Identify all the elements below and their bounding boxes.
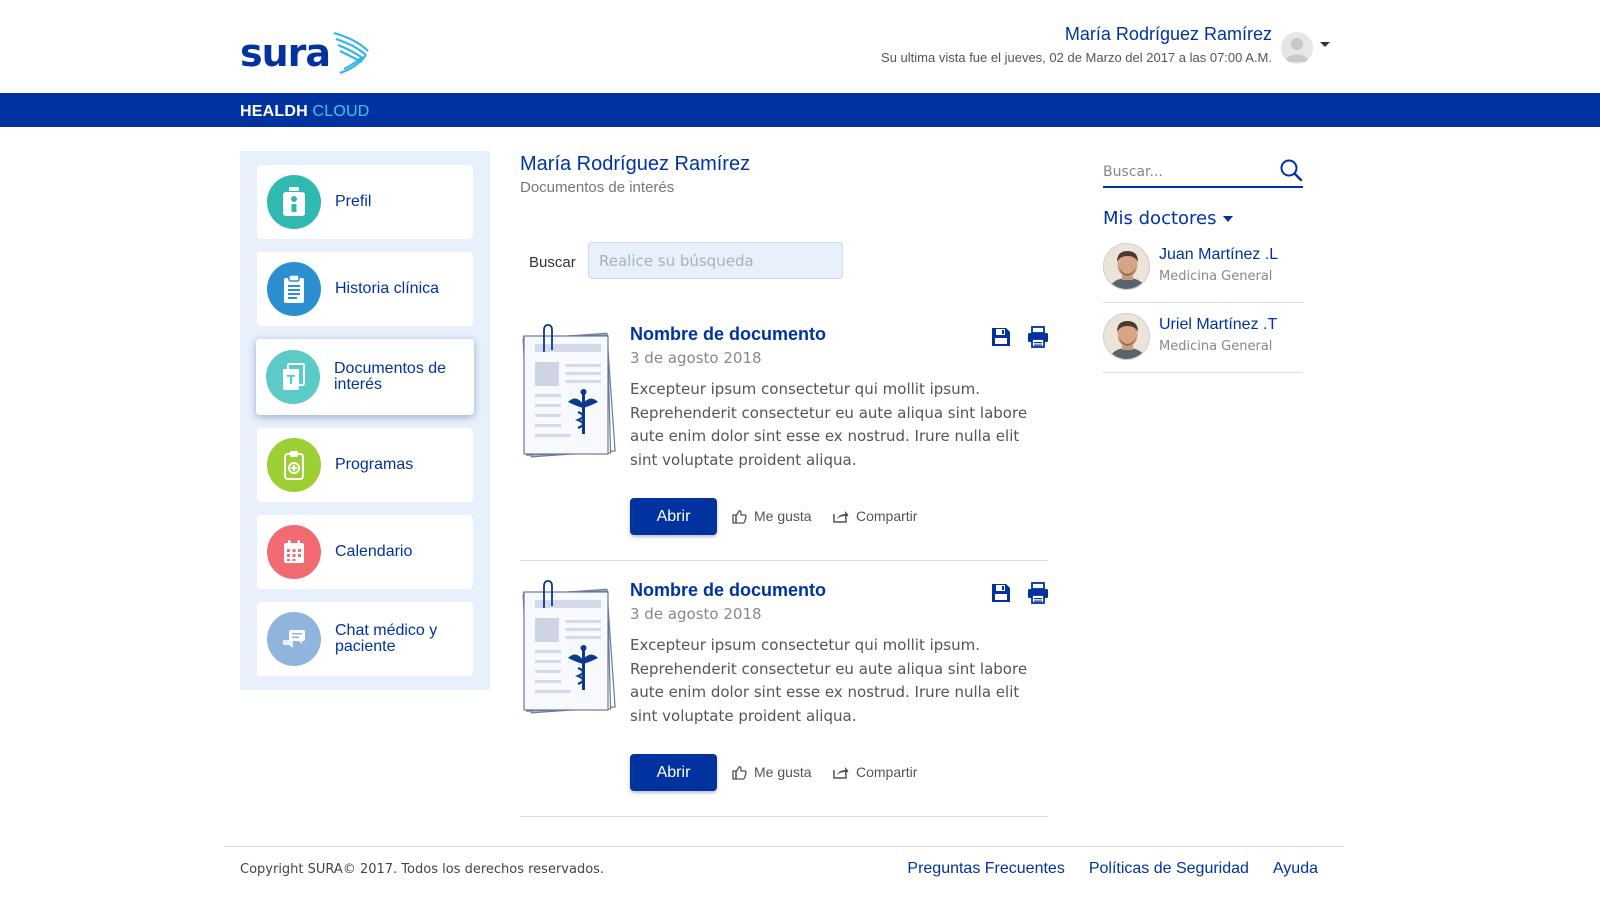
sidebar-item-label: Calendario <box>335 543 413 560</box>
sidebar-item-label: Prefil <box>335 193 372 210</box>
top-header: sura María Rodríguez Ramírez Su ultima v… <box>0 0 1600 93</box>
brand-primary: HEALDH <box>240 103 308 120</box>
document-description: Excepteur ipsum consectetur qui mollit i… <box>630 636 1028 725</box>
logo-wing-icon <box>333 31 369 75</box>
like-button[interactable]: Me gusta <box>732 508 812 524</box>
sidebar-item-label: Documentos de interés <box>334 360 447 393</box>
brand-accent: CLOUD <box>312 103 370 120</box>
sidebar: Prefil Historia clínica T Documentos de … <box>240 151 490 690</box>
calendar-icon <box>267 525 321 579</box>
like-label: Me gusta <box>754 764 812 780</box>
search-label: Buscar <box>529 254 576 271</box>
document-search-input[interactable] <box>588 242 843 279</box>
user-name[interactable]: María Rodríguez Ramírez <box>881 24 1272 45</box>
share-icon <box>833 511 849 523</box>
person-badge-icon <box>267 175 321 229</box>
document-date: 3 de agosto 2018 <box>630 349 762 367</box>
medical-document-icon <box>522 580 616 714</box>
my-doctors-dropdown[interactable]: Mis doctores <box>1103 208 1233 229</box>
print-icon[interactable] <box>1027 582 1049 604</box>
sidebar-item-label: Historia clínica <box>335 280 440 297</box>
doctor-name: Juan Martínez .L <box>1159 246 1279 263</box>
copyright-text: Copyright SURA© 2017. Todos los derechos… <box>240 862 605 877</box>
chevron-down-icon <box>1222 215 1233 222</box>
share-label: Compartir <box>856 508 918 524</box>
share-label: Compartir <box>856 764 918 780</box>
sidebar-item-chat[interactable]: Chat médico y paciente <box>257 602 473 676</box>
sidebar-item-programas[interactable]: Programas <box>257 428 473 502</box>
doctor-item[interactable]: Juan Martínez .L Medicina General <box>1103 233 1303 303</box>
logo-text: sura <box>240 31 331 75</box>
sura-logo[interactable]: sura <box>240 30 370 76</box>
footer-link-security-policy[interactable]: Políticas de Seguridad <box>1089 860 1249 878</box>
sidebar-item-historia-clinica[interactable]: Historia clínica <box>257 252 473 326</box>
clipboard-icon <box>267 262 321 316</box>
thumbs-up-icon <box>732 509 747 524</box>
footer-link-help[interactable]: Ayuda <box>1273 860 1318 878</box>
share-button[interactable]: Compartir <box>833 764 917 780</box>
doctor-specialty: Medicina General <box>1159 339 1273 354</box>
user-info: María Rodríguez Ramírez Su ultima vista … <box>881 24 1272 65</box>
svg-text:T: T <box>287 373 296 387</box>
sidebar-item-prefil[interactable]: Prefil <box>257 165 473 239</box>
chat-icon <box>267 612 321 666</box>
document-title[interactable]: Nombre de documento <box>630 324 826 345</box>
global-search <box>1103 156 1303 188</box>
open-document-button[interactable]: Abrir <box>630 498 717 535</box>
share-button[interactable]: Compartir <box>833 508 917 524</box>
save-icon[interactable] <box>990 582 1012 604</box>
global-search-input[interactable] <box>1103 160 1273 184</box>
share-icon <box>833 767 849 779</box>
doctor-name: Uriel Martínez .T <box>1159 316 1278 333</box>
footer-link-faq[interactable]: Preguntas Frecuentes <box>907 860 1064 878</box>
last-visit-text: Su ultima vista fue el jueves, 02 de Mar… <box>881 50 1272 65</box>
document-card: Nombre de documento 3 de agosto 2018 Exc… <box>520 580 1048 817</box>
like-label: Me gusta <box>754 508 812 524</box>
sidebar-item-calendario[interactable]: Calendario <box>257 515 473 589</box>
brand-bar: HEALDH CLOUD <box>0 93 1600 127</box>
page-subtitle: Documentos de interés <box>520 179 675 196</box>
brand-title: HEALDH CLOUD <box>240 103 370 121</box>
sidebar-item-label: Chat médico y paciente <box>335 622 438 655</box>
open-document-button[interactable]: Abrir <box>630 754 717 791</box>
footer-divider <box>225 846 1343 847</box>
document-description: Excepteur ipsum consectetur qui mollit i… <box>630 380 1028 469</box>
footer-links: Preguntas Frecuentes Políticas de Seguri… <box>907 860 1318 878</box>
search-icon[interactable] <box>1279 158 1303 182</box>
print-icon[interactable] <box>1027 326 1049 348</box>
user-avatar-icon <box>1285 38 1309 62</box>
my-doctors-title: Mis doctores <box>1103 208 1217 229</box>
doctor-specialty: Medicina General <box>1159 269 1273 284</box>
save-icon[interactable] <box>990 326 1012 348</box>
page-title: María Rodríguez Ramírez <box>520 153 751 175</box>
sidebar-item-documentos[interactable]: T Documentos de interés <box>256 339 474 415</box>
document-card: Nombre de documento 3 de agosto 2018 Exc… <box>520 324 1048 561</box>
document-title[interactable]: Nombre de documento <box>630 580 826 601</box>
document-date: 3 de agosto 2018 <box>630 605 762 623</box>
documents-icon: T <box>266 350 320 404</box>
thumbs-up-icon <box>732 765 747 780</box>
doctor-avatar <box>1103 243 1150 290</box>
medical-document-icon <box>522 324 616 458</box>
clipboard-plus-icon <box>267 438 321 492</box>
like-button[interactable]: Me gusta <box>732 764 812 780</box>
sidebar-item-label: Programas <box>335 456 414 473</box>
doctor-avatar <box>1103 313 1150 360</box>
user-avatar[interactable] <box>1281 32 1313 64</box>
doctor-item[interactable]: Uriel Martínez .T Medicina General <box>1103 303 1303 373</box>
user-menu-caret-icon[interactable] <box>1320 42 1330 47</box>
